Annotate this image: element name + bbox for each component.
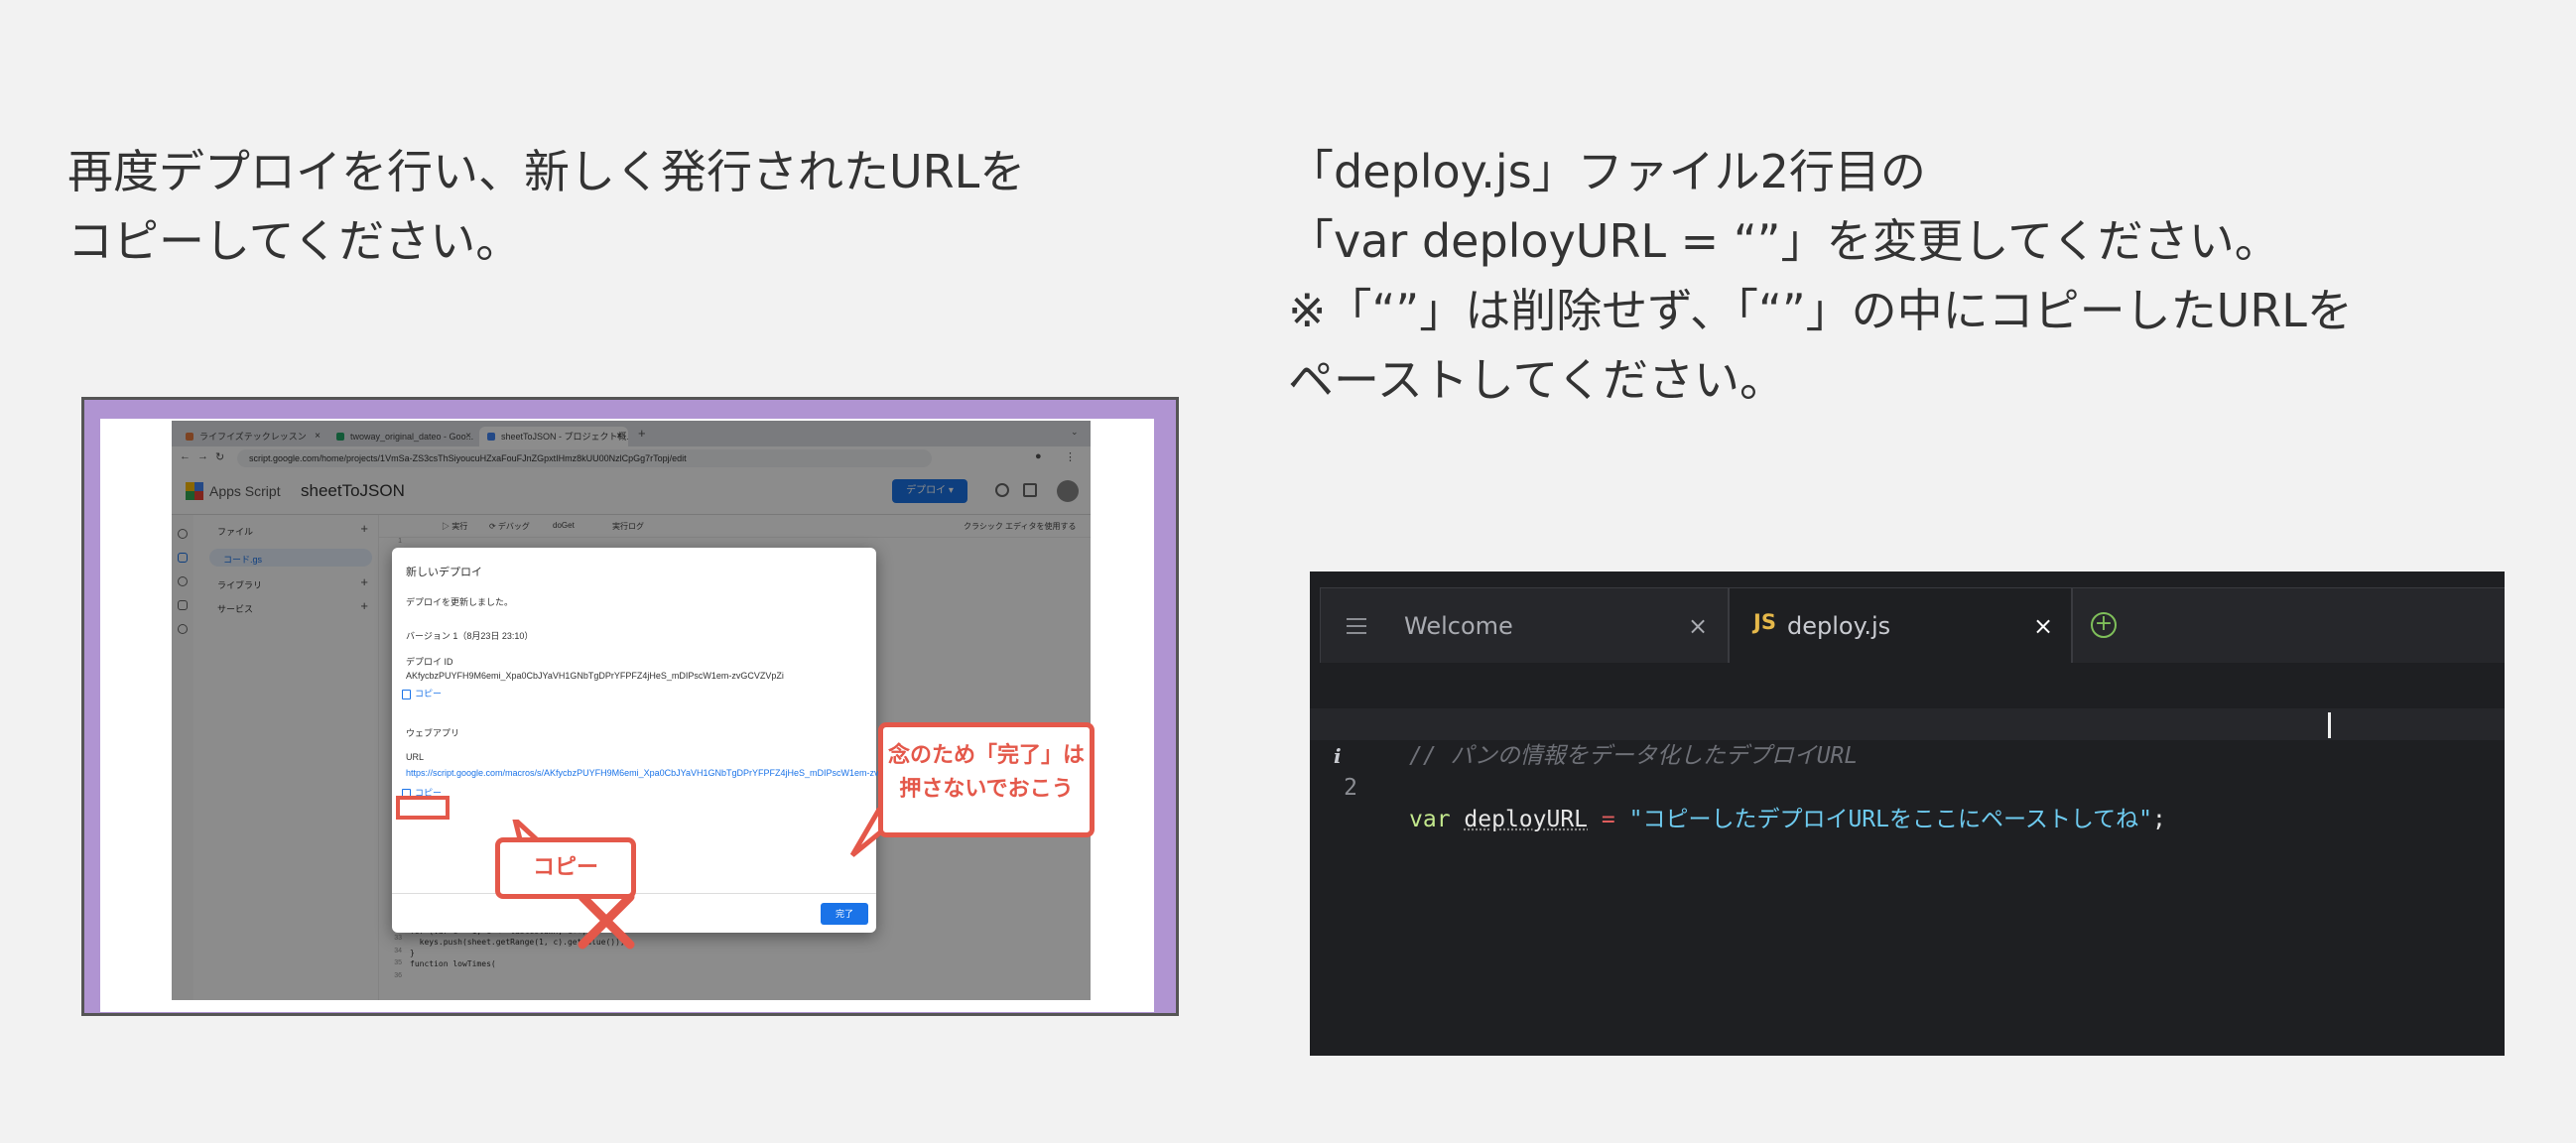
dialog-title: 新しいデプロイ	[406, 567, 482, 578]
deploy-id-value: AKfycbzPUYFH9M6emi_Xpa0CbJYaVH1GNbTgDPrY…	[406, 671, 784, 681]
code-string: "コピーしたデプロイURLをここにペーストしてね"	[1628, 807, 2153, 832]
tab-welcome[interactable]: Welcome ×	[1320, 587, 1729, 663]
webapp-label: ウェブアプリ	[406, 728, 460, 738]
code-semicolon: ;	[2152, 807, 2166, 832]
tabbar-empty: +	[2072, 587, 2505, 663]
callout-warning: 念のため「完了」は 押さないでおこう	[878, 722, 1095, 837]
copy-label: コピー	[415, 689, 443, 698]
callout-copy: コピー	[495, 837, 636, 899]
webapp-url-link[interactable]: https://script.google.com/macros/s/AKfyc…	[406, 768, 893, 778]
cross-mark-icon	[578, 892, 635, 950]
info-icon[interactable]: i	[1334, 740, 1342, 772]
tab-label: deploy.js	[1787, 612, 1891, 640]
screenshot-canvas: ライフイズテックレッスン × twoway_original_dateo - G…	[100, 419, 1154, 1012]
code-operator: =	[1601, 807, 1615, 832]
code-line[interactable]: i 2 var deployURL = "コピーしたデプロイURLをここにペース…	[1310, 708, 2505, 832]
close-icon[interactable]: ×	[1688, 608, 1708, 644]
menu-icon[interactable]	[1347, 618, 1366, 634]
text-cursor	[2328, 712, 2331, 738]
code-comment: // パンの情報をデータ化したデプロイURL	[1409, 743, 1859, 769]
line-number: 2	[1344, 775, 1357, 801]
instruction-right: 「deploy.js」ファイル2行目の 「var deployURL = “”」…	[1288, 145, 2353, 407]
tab-deploy-js[interactable]: JS deploy.js ×	[1729, 587, 2072, 663]
url-label: URL	[406, 752, 425, 762]
copy-highlight-box	[396, 796, 450, 820]
close-icon[interactable]: ×	[2033, 608, 2053, 644]
code-editor: Welcome × JS deploy.js × + 1 // パンの情報をデー…	[1310, 572, 2505, 1056]
editor-tabbar: Welcome × JS deploy.js × +	[1320, 587, 2505, 663]
code-identifier: deployURL	[1464, 807, 1589, 832]
done-button[interactable]: 完了	[821, 903, 868, 925]
version-label: バージョン 1（8月23日 23:10）	[406, 631, 534, 641]
deploy-id-label: デプロイ ID	[406, 657, 453, 667]
code-keyword: var	[1409, 807, 1451, 832]
add-tab-icon[interactable]: +	[2091, 612, 2117, 638]
copy-deploy-id-button[interactable]: コピー	[402, 687, 442, 699]
screenshot-frame: ライフイズテックレッスン × twoway_original_dateo - G…	[81, 397, 1179, 1016]
js-file-icon: JS	[1753, 610, 1776, 634]
instruction-left: 再度デプロイを行い、新しく発行されたURLを コピーしてください。	[67, 145, 1026, 268]
dialog-message: デプロイを更新しました。	[406, 597, 514, 607]
tab-label: Welcome	[1404, 612, 1513, 640]
copy-icon	[402, 689, 411, 699]
code-line[interactable]: 1 // パンの情報をデータ化したデプロイURL	[1310, 677, 2505, 769]
code-statement: var deployURL = "コピーしたデプロイURLをここにペーストしてね…	[1409, 804, 2166, 835]
